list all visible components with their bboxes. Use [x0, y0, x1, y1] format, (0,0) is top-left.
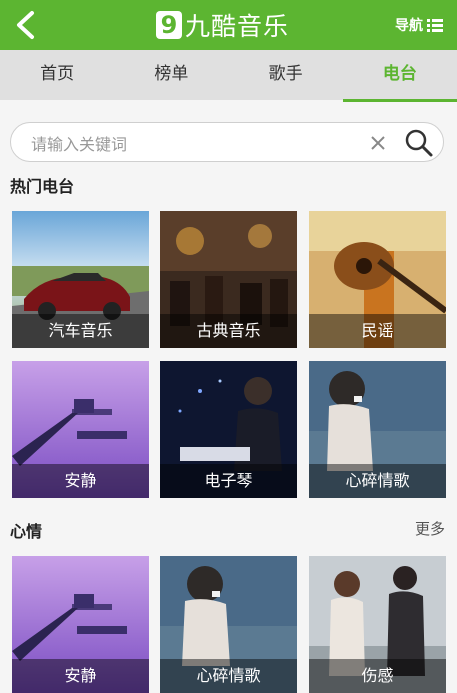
logo-text: 九酷音乐: [185, 12, 290, 41]
mood-tile-heartbreak[interactable]: 心碎情歌: [160, 556, 297, 693]
logo[interactable]: 9 九酷音乐: [156, 8, 289, 42]
tile-caption: 汽车音乐: [12, 314, 149, 348]
tab-charts[interactable]: 榜单: [114, 50, 228, 100]
radio-tile-keyboard[interactable]: 电子琴: [160, 361, 297, 498]
tile-caption: 古典音乐: [160, 314, 297, 348]
tile-caption: 安静: [12, 464, 149, 498]
logo-badge: 9: [156, 11, 182, 39]
tab-radio[interactable]: 电台: [342, 50, 457, 102]
back-button[interactable]: [12, 10, 40, 40]
chevron-left-icon: [17, 11, 34, 39]
tile-caption: 安静: [12, 659, 149, 693]
nav-menu-button[interactable]: 导航: [395, 15, 443, 35]
radio-tile-car-music[interactable]: 汽车音乐: [12, 211, 149, 348]
tab-singers[interactable]: 歌手: [229, 50, 343, 100]
top-header: 9 九酷音乐 导航: [0, 0, 457, 50]
tab-home[interactable]: 首页: [0, 50, 114, 100]
hot-radio-title: 热门电台: [10, 177, 75, 196]
clear-button[interactable]: [370, 135, 386, 151]
search-bar: [10, 122, 444, 162]
tile-caption: 心碎情歌: [160, 659, 297, 693]
mood-tile-quiet[interactable]: 安静: [12, 556, 149, 693]
radio-tile-folk[interactable]: 民谣: [309, 211, 446, 348]
radio-tile-classical[interactable]: 古典音乐: [160, 211, 297, 348]
tab-bar: 首页 榜单 歌手 电台: [0, 50, 457, 102]
tile-caption: 民谣: [309, 314, 446, 348]
tile-caption: 伤感: [309, 659, 446, 693]
mood-title: 心情: [10, 522, 43, 541]
close-icon: [371, 136, 385, 150]
radio-tile-heartbreak[interactable]: 心碎情歌: [309, 361, 446, 498]
more-link[interactable]: 更多: [415, 518, 445, 539]
search-button[interactable]: [404, 128, 434, 158]
tile-caption: 电子琴: [160, 464, 297, 498]
search-icon: [405, 129, 433, 157]
search-input[interactable]: [29, 131, 363, 157]
list-menu-icon: [427, 19, 443, 32]
radio-tile-quiet[interactable]: 安静: [12, 361, 149, 498]
nav-menu-label: 导航: [395, 18, 423, 34]
tile-caption: 心碎情歌: [309, 464, 446, 498]
mood-tile-sad[interactable]: 伤感: [309, 556, 446, 693]
